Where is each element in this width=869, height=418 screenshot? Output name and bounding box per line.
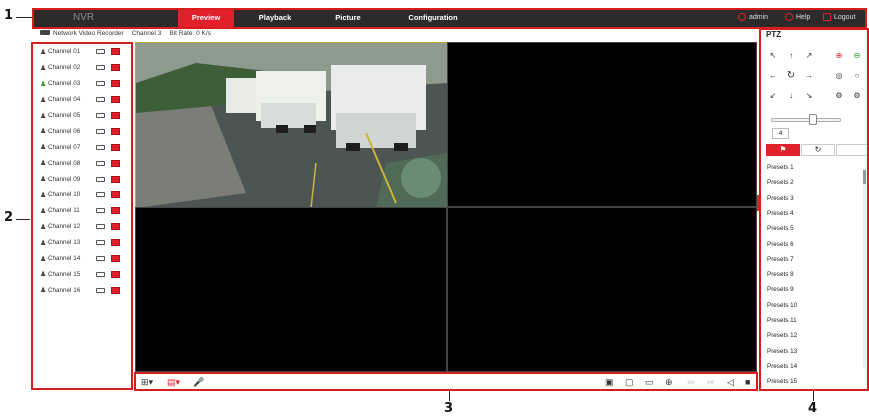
- device-label-wrap: Network Video Recorder: [40, 30, 124, 37]
- camera-feed-image: [136, 43, 448, 209]
- video-tile-4[interactable]: [447, 207, 757, 372]
- video-tile-2[interactable]: [447, 42, 757, 207]
- callout-2-box: [31, 42, 133, 390]
- video-tile-1[interactable]: [135, 42, 448, 209]
- callout-1-leader: [16, 17, 33, 18]
- callout-4: 4: [808, 401, 818, 416]
- callout-3: 3: [444, 401, 454, 416]
- current-channel: Channel 3: [131, 30, 162, 37]
- bit-rate: Bit Rate: 0 K/s: [169, 30, 211, 37]
- callout-1: 1: [4, 8, 14, 23]
- callout-1-box: [32, 8, 867, 29]
- nvr-device-icon: [40, 30, 50, 35]
- device-name: Network Video Recorder: [53, 30, 124, 37]
- callout-3-box: [134, 372, 758, 391]
- video-tile-3[interactable]: [135, 207, 447, 372]
- callout-4-box: [759, 28, 869, 391]
- callout-3-leader: [449, 391, 450, 401]
- callout-4-leader: [813, 391, 814, 401]
- status-info: Network Video Recorder Channel 3 Bit Rat…: [40, 30, 211, 37]
- callout-2-leader: [16, 219, 30, 220]
- callout-2: 2: [4, 210, 14, 225]
- video-preview-grid: [135, 42, 757, 372]
